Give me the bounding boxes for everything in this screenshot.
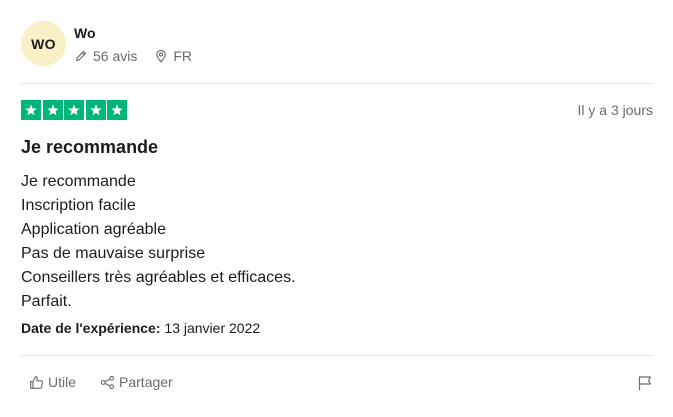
experience-label: Date de l'expérience:	[21, 320, 161, 336]
review-line: Pas de mauvaise surprise	[21, 245, 206, 262]
share-icon	[100, 375, 115, 389]
review-line: Je recommande	[21, 173, 136, 190]
star-icon	[107, 100, 127, 120]
star-icon	[85, 100, 106, 120]
review-title[interactable]: Je recommande	[21, 137, 158, 158]
report-button[interactable]	[637, 375, 653, 391]
reviewer-meta: 56 avis FR	[74, 48, 192, 64]
share-label: Partager	[119, 374, 173, 390]
avatar[interactable]: WO	[21, 21, 66, 66]
pencil-icon	[76, 50, 87, 61]
thumbs-up-icon	[30, 375, 44, 389]
useful-button[interactable]: Utile	[29, 374, 76, 390]
experience-date: Date de l'expérience: 13 janvier 2022	[21, 320, 260, 336]
reviewer-info: Wo 56 avis FR	[74, 24, 192, 64]
reviews-count-text: 56 avis	[93, 47, 138, 64]
reviews-count: 56 avis	[74, 48, 137, 64]
star-icon	[64, 100, 84, 120]
review-line: Inscription facile	[21, 197, 136, 214]
star-icon	[21, 100, 41, 120]
star-icon	[42, 100, 63, 120]
useful-label: Utile	[48, 374, 77, 390]
review-line: Parfait.	[21, 293, 72, 310]
review-time: Il y a 3 jours	[577, 102, 653, 118]
review-line: Application agréable	[21, 221, 166, 238]
reviewer-country: FR	[154, 48, 192, 64]
country-text: FR	[173, 47, 193, 64]
review-card: WO Wo 56 avis FR Il y a 3 jours Je recom…	[0, 0, 673, 417]
experience-value: 13 janvier 2022	[164, 320, 261, 336]
review-line: Conseillers très agréables et efficaces.	[21, 269, 296, 286]
location-pin-icon	[156, 49, 167, 63]
flag-icon	[638, 376, 652, 390]
reviewer-header: WO Wo 56 avis FR	[21, 21, 192, 66]
review-actions: Utile Partager	[29, 374, 173, 390]
avatar-initials: WO	[31, 35, 56, 52]
divider	[21, 355, 653, 356]
star-rating	[21, 100, 129, 120]
share-button[interactable]: Partager	[100, 374, 173, 390]
review-body: Je recommande Inscription facile Applica…	[21, 170, 296, 314]
reviewer-name[interactable]: Wo	[74, 24, 192, 42]
divider	[21, 83, 653, 84]
